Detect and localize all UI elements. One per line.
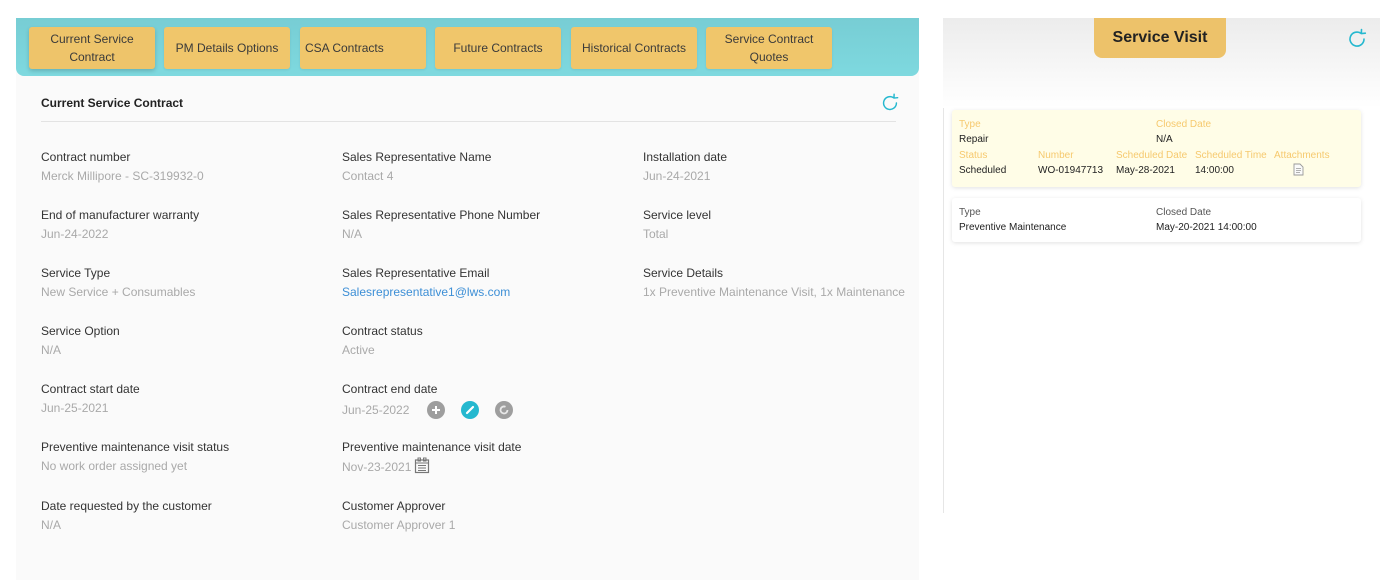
field-value: N/A xyxy=(342,227,363,241)
field-customer-approver: Customer Approver Customer Approver 1 xyxy=(342,499,632,532)
tab-pm-details-options[interactable]: PM Details Options xyxy=(164,27,290,69)
add-icon[interactable] xyxy=(427,401,446,419)
tab-future-contracts[interactable]: Future Contracts xyxy=(435,27,561,69)
field-label: Sales Representative Email xyxy=(342,266,490,280)
field-label: Contract end date xyxy=(342,382,438,396)
status-label: Status xyxy=(959,150,988,161)
field-value: Merck Millipore - SC-319932-0 xyxy=(41,169,204,183)
scheduled-time-label: Scheduled Time xyxy=(1195,150,1267,161)
field-value: 1x Preventive Maintenance Visit, 1x Main… xyxy=(643,285,905,299)
panel-divider xyxy=(943,103,944,513)
field-service-details: Service Details 1x Preventive Maintenanc… xyxy=(643,266,933,299)
field-contract-number: Contract number Merck Millipore - SC-319… xyxy=(41,150,331,183)
scheduled-time-value: 14:00:00 xyxy=(1195,165,1234,176)
field-contract-end: Contract end date Jun-25-2022 xyxy=(342,382,632,419)
field-value: N/A xyxy=(41,518,62,532)
type-value: Preventive Maintenance xyxy=(959,222,1067,233)
field-label: Sales Representative Phone Number xyxy=(342,208,541,222)
field-label: Sales Representative Name xyxy=(342,150,492,164)
field-service-level: Service level Total xyxy=(643,208,933,241)
closed-date-value: N/A xyxy=(1156,134,1173,145)
field-value: Jun-25-2022 xyxy=(342,403,410,417)
field-contract-status: Contract status Active xyxy=(342,324,632,357)
contract-panel: Current Service Contract PM Details Opti… xyxy=(16,18,919,580)
type-label: Type xyxy=(959,207,981,218)
tab-current-service-contract[interactable]: Current Service Contract xyxy=(29,27,155,69)
closed-date-label: Closed Date xyxy=(1156,119,1212,130)
service-visit-card[interactable]: Type Preventive Maintenance Closed Date … xyxy=(952,198,1361,242)
field-value: Jun-24-2022 xyxy=(41,227,109,241)
closed-date-label: Closed Date xyxy=(1156,207,1212,218)
field-label: Service Type xyxy=(41,266,111,280)
closed-date-value: May-20-2021 14:00:00 xyxy=(1156,222,1257,233)
field-value: N/A xyxy=(41,343,62,357)
field-label: Preventive maintenance visit date xyxy=(342,440,522,454)
tab-service-contract-quotes[interactable]: Service Contract Quotes xyxy=(706,27,832,69)
field-value-row: Nov-23-2021 xyxy=(342,456,632,474)
field-label: End of manufacturer warranty xyxy=(41,208,200,222)
attachments-label: Attachments xyxy=(1274,150,1330,161)
field-value: Jun-25-2021 xyxy=(41,401,109,415)
field-value-row: Jun-25-2022 xyxy=(342,401,632,419)
section-divider xyxy=(41,121,896,122)
type-value: Repair xyxy=(959,134,989,145)
renew-icon[interactable] xyxy=(495,401,514,419)
status-value: Scheduled xyxy=(959,165,1007,176)
field-value: Nov-23-2021 xyxy=(342,460,412,474)
tab-historical-contracts[interactable]: Historical Contracts xyxy=(571,27,697,69)
work-order-number: WO-01947713 xyxy=(1038,165,1104,176)
field-label: Contract start date xyxy=(41,382,140,396)
field-pm-visit-status: Preventive maintenance visit status No w… xyxy=(41,440,331,473)
calendar-icon[interactable] xyxy=(414,457,430,474)
field-value: Active xyxy=(342,343,375,357)
field-value: Total xyxy=(643,227,669,241)
service-visit-title: Service Visit xyxy=(1094,18,1226,58)
field-pm-visit-date: Preventive maintenance visit date Nov-23… xyxy=(342,440,632,474)
field-label: Contract status xyxy=(342,324,423,338)
field-service-option: Service Option N/A xyxy=(41,324,331,357)
service-visit-card[interactable]: Type Repair Closed Date N/A Status Sched… xyxy=(952,110,1361,187)
service-visit-panel: Service Visit xyxy=(943,18,1380,108)
field-contract-start: Contract start date Jun-25-2021 xyxy=(41,382,331,415)
number-label: Number xyxy=(1038,150,1074,161)
section-title: Current Service Contract xyxy=(41,96,184,110)
type-label: Type xyxy=(959,119,981,130)
field-value: Contact 4 xyxy=(342,169,394,183)
field-date-requested: Date requested by the customer N/A xyxy=(41,499,331,532)
field-value: Jun-24-2021 xyxy=(643,169,711,183)
edit-icon[interactable] xyxy=(461,401,480,419)
scheduled-date-value: May-28-2021 xyxy=(1116,165,1175,176)
field-value: Customer Approver 1 xyxy=(342,518,456,532)
field-sales-rep-email: Sales Representative Email Salesrepresen… xyxy=(342,266,632,299)
sales-rep-email-link[interactable]: Salesrepresentative1@lws.com xyxy=(342,285,632,299)
contract-tabbar: Current Service Contract PM Details Opti… xyxy=(16,18,919,76)
field-value: New Service + Consumables xyxy=(41,285,196,299)
field-label: Customer Approver xyxy=(342,499,446,513)
tab-csa-contracts[interactable]: CSA Contracts xyxy=(300,27,426,69)
field-end-warranty: End of manufacturer warranty Jun-24-2022 xyxy=(41,208,331,241)
field-sales-rep-phone: Sales Representative Phone Number N/A xyxy=(342,208,632,241)
field-label: Service Option xyxy=(41,324,120,338)
field-sales-rep-name: Sales Representative Name Contact 4 xyxy=(342,150,632,183)
refresh-icon[interactable] xyxy=(1345,27,1369,51)
refresh-icon[interactable] xyxy=(879,92,901,114)
scheduled-date-label: Scheduled Date xyxy=(1116,150,1188,161)
field-installation-date: Installation date Jun-24-2021 xyxy=(643,150,933,183)
field-label: Preventive maintenance visit status xyxy=(41,440,230,454)
field-label: Service Details xyxy=(643,266,724,280)
field-label: Service level xyxy=(643,208,712,222)
field-service-type: Service Type New Service + Consumables xyxy=(41,266,331,299)
document-icon[interactable] xyxy=(1293,163,1304,181)
field-label: Contract number xyxy=(41,150,131,164)
field-value: No work order assigned yet xyxy=(41,459,188,473)
field-label: Date requested by the customer xyxy=(41,499,212,513)
field-label: Installation date xyxy=(643,150,728,164)
